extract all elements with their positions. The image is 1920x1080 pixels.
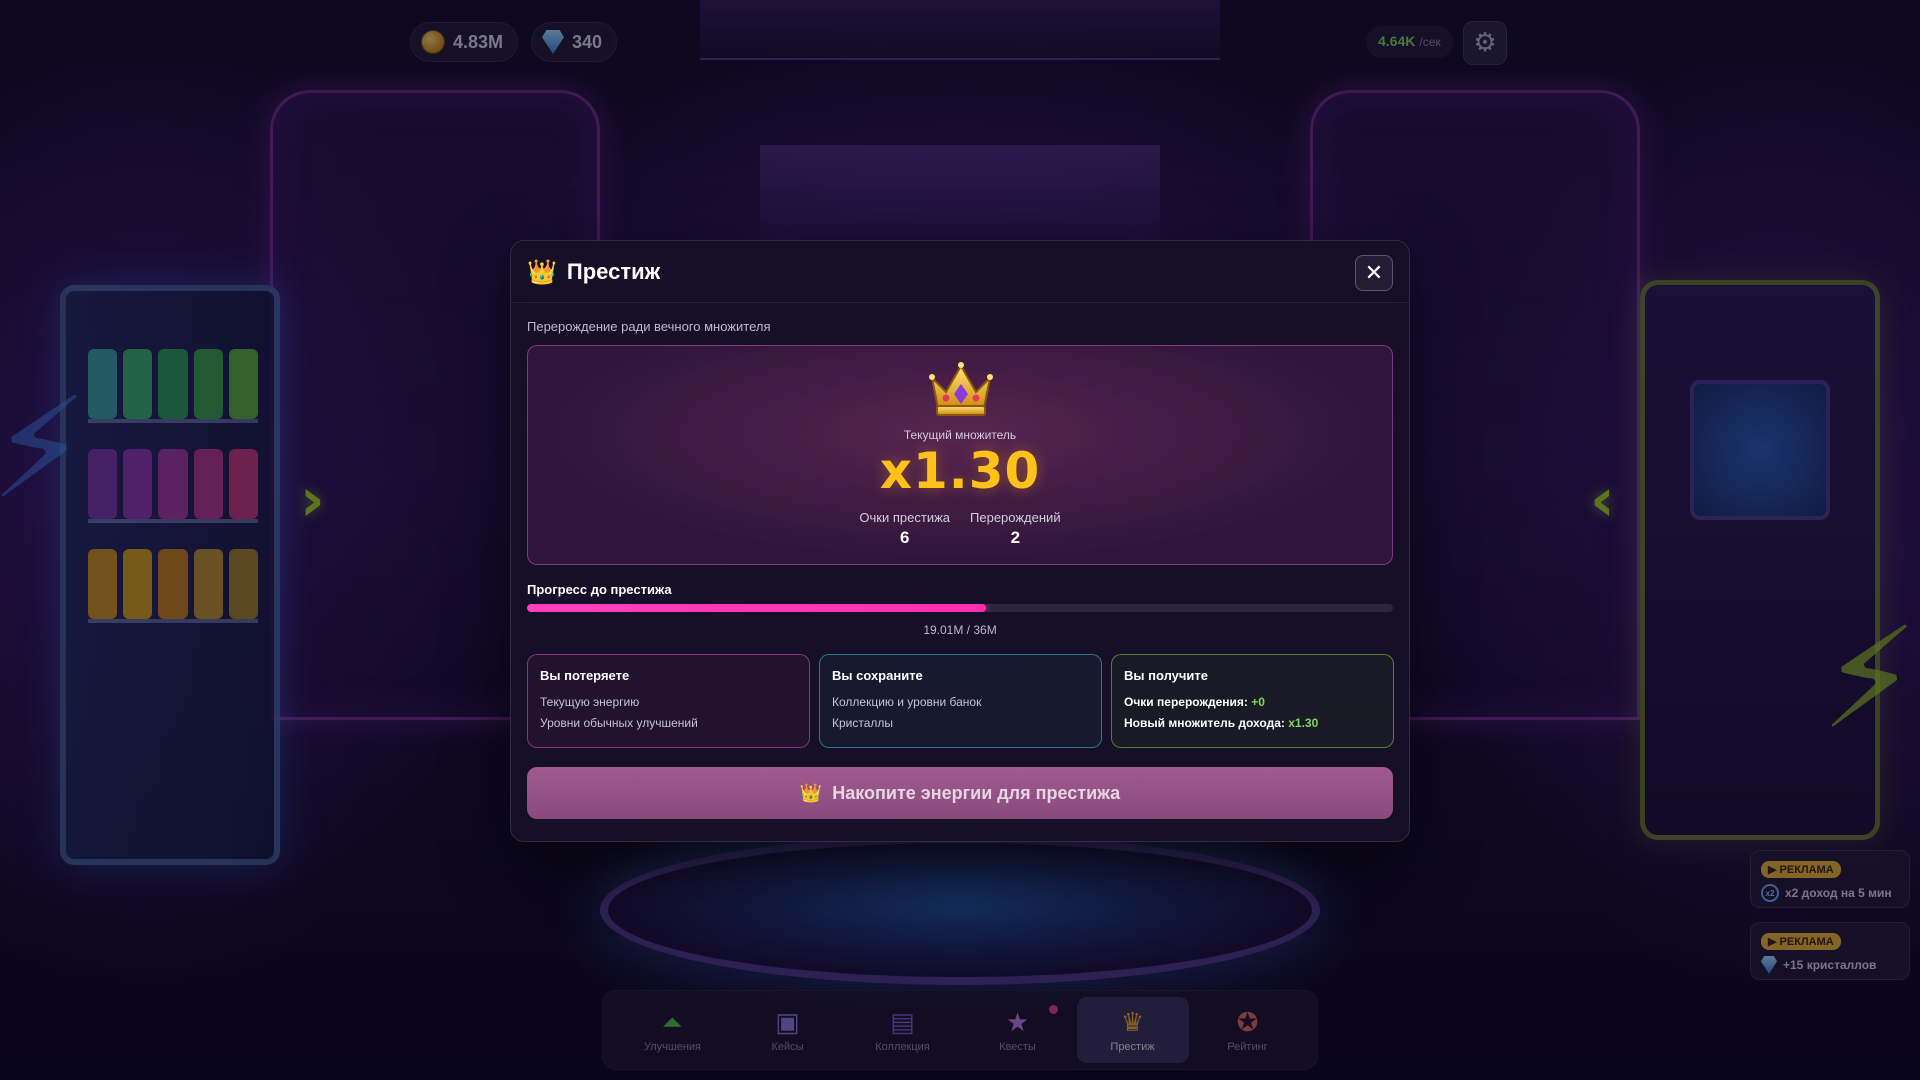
stat-prestige-points: Очки престижа 6 xyxy=(859,510,950,548)
gain-multiplier-label: Новый множитель дохода: xyxy=(1124,716,1285,730)
lose-title: Вы потеряете xyxy=(540,668,630,683)
gain-points-label: Очки перерождения: xyxy=(1124,695,1248,709)
progress-text: 19.01M / 36M xyxy=(923,623,997,637)
gain-points-line: Очки перерождения: +0 xyxy=(1124,695,1381,709)
progress-title: Прогресс до престижа xyxy=(527,582,672,597)
prestige-modal: 👑 Престиж ✕ Перерождение ради вечного мн… xyxy=(510,240,1410,842)
modal-header: 👑 Престиж xyxy=(511,241,1409,303)
multiplier-label: Текущий множитель xyxy=(903,428,1017,442)
keep-card: Вы сохраните Коллекцию и уровни банок Кр… xyxy=(819,654,1102,748)
stat-rebirths: Перерождений 2 xyxy=(970,510,1061,548)
gain-multiplier-line: Новый множитель дохода: x1.30 xyxy=(1124,716,1381,730)
stat-label: Очки престижа xyxy=(859,510,951,525)
crown-icon: 👑 xyxy=(527,257,557,286)
keep-item: Коллекцию и уровни банок xyxy=(832,695,982,709)
modal-subtitle: Перерождение ради вечного множителя xyxy=(527,319,771,334)
gain-multiplier-value: x1.30 xyxy=(1288,716,1319,730)
lose-card: Вы потеряете Текущую энергию Уровни обыч… xyxy=(527,654,810,748)
stat-value: 6 xyxy=(899,528,910,547)
gain-card: Вы получите Очки перерождения: +0 Новый … xyxy=(1111,654,1394,748)
stat-value: 2 xyxy=(1010,528,1021,547)
progress-fill xyxy=(527,604,986,612)
close-icon: ✕ xyxy=(1364,260,1384,286)
multiplier-card: Текущий множитель x1.30 Очки престижа 6 … xyxy=(527,345,1393,565)
prestige-button-label: Накопите энергии для престижа xyxy=(832,782,1121,803)
keep-item: Кристаллы xyxy=(832,716,894,730)
prestige-stats: Очки престижа 6 Перерождений 2 xyxy=(528,510,1392,548)
modal-title: Престиж xyxy=(566,258,661,284)
stat-label: Перерождений xyxy=(970,510,1061,525)
multiplier-value: x1.30 xyxy=(879,442,1041,500)
progress-bar xyxy=(527,604,1393,612)
crown-icon: 👑 xyxy=(799,782,823,803)
close-button[interactable]: ✕ xyxy=(1355,255,1393,291)
lose-item: Текущую энергию xyxy=(540,695,640,709)
prestige-button[interactable]: 👑 Накопите энергии для престижа xyxy=(527,767,1393,819)
gain-title: Вы получите xyxy=(1124,668,1209,683)
lose-item: Уровни обычных улучшений xyxy=(540,716,698,730)
gain-points-value: +0 xyxy=(1251,695,1265,709)
crown-icon xyxy=(929,362,993,416)
keep-title: Вы сохраните xyxy=(832,668,923,683)
